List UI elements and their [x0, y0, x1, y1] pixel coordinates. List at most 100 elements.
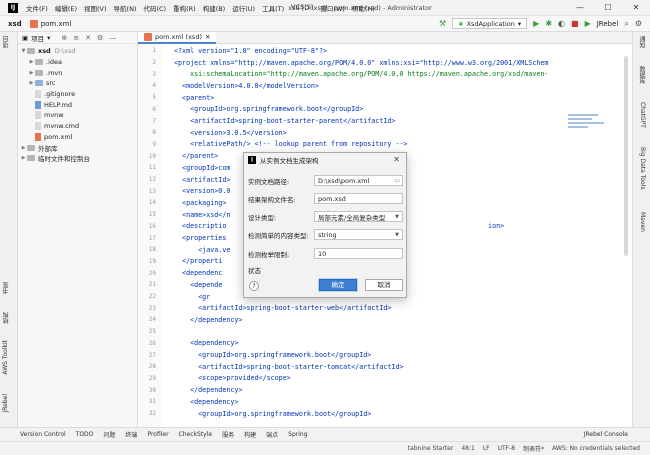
tool-tab-problems[interactable]: 问题	[103, 430, 115, 439]
tool-tab-todo[interactable]: TODO	[76, 431, 94, 438]
settings-gear-icon[interactable]: ⚙	[635, 19, 642, 28]
menu-edit[interactable]: 编辑(E)	[55, 3, 77, 13]
code-line[interactable]: 24 </dependency>	[138, 314, 632, 326]
status-line-separator[interactable]: LF	[483, 445, 490, 452]
chevron-down-icon[interactable]: ▼	[20, 48, 27, 54]
tree-item-mvnw-cmd[interactable]: mvnw.cmd	[18, 121, 137, 132]
code-line[interactable]: 3 xsi:schemaLocation="http://maven.apach…	[138, 68, 632, 80]
tree-item-mvn[interactable]: ▶ .mvn	[18, 67, 137, 78]
code-line[interactable]: 7 <artifactId>spring-boot-starter-parent…	[138, 115, 632, 127]
tool-tab-maven[interactable]: Maven	[639, 212, 646, 232]
tool-tab-aws-toolkit[interactable]: AWS Toolkit	[2, 340, 9, 375]
menu-view[interactable]: 视图(V)	[84, 3, 107, 13]
tool-tab-checkstyle[interactable]: CheckStyle	[179, 431, 213, 438]
menu-build[interactable]: 构建(B)	[203, 3, 226, 13]
tool-tab-spring[interactable]: Spring	[288, 431, 307, 438]
stop-icon[interactable]: ■	[571, 19, 579, 28]
tree-item-gitignore[interactable]: .gitignore	[18, 89, 137, 100]
tool-tab-database[interactable]: 数据库	[637, 66, 646, 84]
browse-folder-icon[interactable]: ▭	[394, 177, 400, 184]
design-type-select[interactable]: 局部元素/全局复杂类型 ▼	[314, 211, 403, 222]
maximize-button[interactable]: ☐	[594, 0, 622, 16]
result-file-input[interactable]: pom.xsd	[314, 193, 403, 204]
tree-item-mvnw[interactable]: mvnw	[18, 110, 137, 121]
enum-limit-input[interactable]: 10	[314, 248, 403, 259]
code-line[interactable]: 29 <scope>provided</scope>	[138, 373, 632, 385]
locate-file-icon[interactable]: ⊕	[61, 34, 67, 42]
tree-item-scratches[interactable]: ▶ 临时文件和控制台	[18, 153, 137, 164]
menu-navigate[interactable]: 导航(N)	[114, 3, 137, 13]
code-line[interactable]: 31 <dependency>	[138, 396, 632, 408]
close-panel-icon[interactable]: ✕	[85, 34, 91, 42]
code-line[interactable]: 6 <groupId>org.springframework.boot</gro…	[138, 104, 632, 116]
status-encoding[interactable]: UTF-8	[498, 445, 516, 452]
instance-path-field[interactable]: D:\xsd\pom.xml ▭	[314, 175, 403, 186]
tool-tab-build[interactable]: 构建	[244, 430, 256, 439]
code-line[interactable]: 4 <modelVersion>4.0.0</modelVersion>	[138, 80, 632, 92]
code-line[interactable]: 9 <relativePath/> <!-- lookup parent fro…	[138, 139, 632, 151]
chevron-right-icon[interactable]: ▶	[28, 80, 35, 86]
code-line[interactable]: 5 <parent>	[138, 92, 632, 104]
code-line[interactable]: 26 <dependency>	[138, 338, 632, 350]
chevron-right-icon[interactable]: ▶	[20, 155, 27, 161]
tool-tab-version-control[interactable]: Version Control	[20, 431, 66, 438]
tree-item-idea[interactable]: ▶ .idea	[18, 57, 137, 68]
tree-item-external-libraries[interactable]: ▶ 外部库	[18, 142, 137, 153]
close-window-button[interactable]: ✕	[622, 0, 650, 16]
jrebel-label[interactable]: JRebel	[597, 20, 619, 28]
tool-tab-notifications[interactable]: 通知	[637, 36, 646, 48]
breadcrumb-project[interactable]: xsd	[8, 20, 22, 28]
menu-refactor[interactable]: 重构(R)	[173, 3, 196, 13]
editor-tab-pom[interactable]: pom.xml (xsd) ✕	[138, 31, 217, 44]
tool-tab-endpoints[interactable]: 端点	[266, 430, 278, 439]
jrebel-run-icon[interactable]: ▶	[585, 19, 591, 28]
build-hammer-icon[interactable]: ⚒	[439, 19, 446, 28]
close-tab-icon[interactable]: ✕	[205, 33, 210, 41]
editor-scrollbar[interactable]	[624, 56, 628, 256]
tool-tab-chatgpt[interactable]: ChatGPT	[639, 102, 646, 128]
breadcrumb-file[interactable]: pom.xml	[29, 19, 71, 28]
status-aws[interactable]: AWS: No credentials selected	[552, 445, 640, 452]
help-icon[interactable]: ?	[249, 281, 259, 291]
run-icon[interactable]: ▶	[533, 19, 539, 28]
code-line[interactable]: 2 <project xmlns="http://maven.apache.org…	[138, 57, 632, 69]
debug-icon[interactable]: ✱	[545, 19, 552, 28]
collapse-all-icon[interactable]: ≡	[73, 34, 79, 42]
project-panel-title[interactable]: 项目	[31, 33, 44, 43]
tool-tab-jrebel-console[interactable]: JRebel Console	[584, 431, 628, 438]
status-tabnine[interactable]: tabnine Starter	[408, 445, 454, 452]
tool-tab-jrebel[interactable]: JRebel	[2, 394, 9, 413]
code-line[interactable]: 1 <?xml version="1.0" encoding="UTF-8"?>	[138, 45, 632, 57]
chevron-down-icon[interactable]: ▾	[47, 34, 50, 42]
close-icon[interactable]: ✕	[393, 155, 400, 164]
tool-tab-structure[interactable]: 结构	[2, 312, 11, 324]
tree-item-help-md[interactable]: HELP.md	[18, 99, 137, 110]
hide-panel-icon[interactable]: —	[109, 34, 116, 42]
minimize-button[interactable]: —	[566, 0, 594, 16]
menu-code[interactable]: 代码(C)	[143, 3, 166, 13]
content-type-select[interactable]: string ▼	[314, 229, 403, 240]
tree-item-root[interactable]: ▼ xsd D:\xsd	[18, 46, 137, 57]
code-line[interactable]: 32 <groupId>org.springframework.boot</gr…	[138, 408, 632, 420]
code-line[interactable]: 27 <groupId>org.springframework.boot</gr…	[138, 349, 632, 361]
tool-tab-terminal[interactable]: 终端	[125, 430, 137, 439]
chevron-right-icon[interactable]: ▶	[20, 145, 27, 151]
tool-tab-services[interactable]: 服务	[222, 430, 234, 439]
tool-tab-profiler[interactable]: Profiler	[147, 431, 168, 438]
menu-file[interactable]: 文件(F)	[26, 3, 48, 13]
code-line[interactable]: 23 <artifactId>spring-boot-starter-web</…	[138, 302, 632, 314]
tree-item-pom-xml[interactable]: pom.xml	[18, 132, 137, 143]
chevron-right-icon[interactable]: ▶	[28, 59, 35, 65]
cancel-button[interactable]: 取消	[365, 279, 403, 291]
code-line[interactable]: 30 </dependency>	[138, 384, 632, 396]
code-line[interactable]: 28 <artifactId>spring-boot-starter-tomca…	[138, 361, 632, 373]
code-line[interactable]: 25	[138, 326, 632, 338]
tool-tab-big-data-tools[interactable]: Big Data Tools	[639, 147, 646, 190]
run-configuration-select[interactable]: ❦ XsdApplication ▾	[452, 18, 528, 29]
tool-tab-bookmarks[interactable]: 书签	[2, 282, 11, 294]
ok-button[interactable]: 确定	[319, 279, 357, 291]
coverage-icon[interactable]: ◐	[558, 19, 565, 28]
code-line[interactable]: 8 <version>3.0.5</version>	[138, 127, 632, 139]
tree-item-src[interactable]: ▶ src	[18, 78, 137, 89]
status-indent[interactable]: 制表符*	[523, 444, 544, 453]
